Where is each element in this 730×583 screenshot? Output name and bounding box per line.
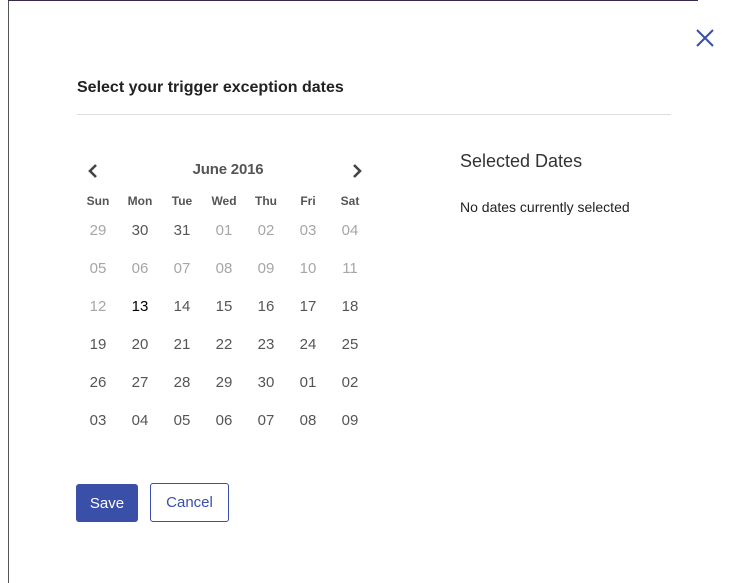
calendar-day[interactable]: 25 <box>329 326 371 364</box>
calendar-day[interactable]: 07 <box>245 402 287 440</box>
calendar-day[interactable]: 23 <box>245 326 287 364</box>
calendar-day[interactable]: 22 <box>203 326 245 364</box>
calendar-day[interactable]: 28 <box>161 364 203 402</box>
weekday-header: Sat <box>340 194 360 208</box>
calendar-day[interactable]: 29 <box>203 364 245 402</box>
calendar-day[interactable]: 13 <box>119 288 161 326</box>
calendar-day[interactable]: 02 <box>329 364 371 402</box>
calendar-day[interactable]: 06 <box>203 402 245 440</box>
calendar-day[interactable]: 08 <box>287 402 329 440</box>
calendar-day[interactable]: 01 <box>287 364 329 402</box>
window-frame-top <box>8 0 698 1</box>
selected-dates-title: Selected Dates <box>460 151 583 171</box>
dialog-title: Select your trigger exception dates <box>77 79 344 96</box>
calendar-day[interactable]: 09 <box>329 402 371 440</box>
calendar-day[interactable]: 30 <box>245 364 287 402</box>
calendar-day[interactable]: 27 <box>119 364 161 402</box>
calendar-day[interactable]: 04 <box>329 212 371 250</box>
calendar-day[interactable]: 20 <box>119 326 161 364</box>
weekday-header: Wed <box>211 194 237 208</box>
calendar-day[interactable]: 05 <box>77 250 119 288</box>
cancel-button[interactable]: Cancel <box>150 483 229 522</box>
calendar-day[interactable]: 04 <box>119 402 161 440</box>
calendar-day[interactable]: 05 <box>161 402 203 440</box>
calendar-day[interactable]: 06 <box>119 250 161 288</box>
calendar-day[interactable]: 16 <box>245 288 287 326</box>
chevron-right-icon[interactable] <box>346 161 366 181</box>
calendar-day[interactable]: 03 <box>77 402 119 440</box>
calendar-grid: Sun Mon Tue Wed Thu Fri Sat 29 30 31 01 02 03 04 05 06 0… <box>77 190 371 440</box>
calendar-day[interactable]: 29 <box>77 212 119 250</box>
calendar-day[interactable]: 26 <box>77 364 119 402</box>
calendar-day[interactable]: 18 <box>329 288 371 326</box>
calendar-day[interactable]: 08 <box>203 250 245 288</box>
calendar-day[interactable]: 17 <box>287 288 329 326</box>
calendar-day[interactable]: 19 <box>77 326 119 364</box>
weekday-header: Thu <box>255 194 277 208</box>
weekday-header: Tue <box>171 194 193 208</box>
calendar-day[interactable]: 11 <box>329 250 371 288</box>
calendar-day[interactable]: 12 <box>77 288 119 326</box>
calendar-day[interactable]: 09 <box>245 250 287 288</box>
calendar-day[interactable]: 24 <box>287 326 329 364</box>
window-frame-left <box>8 0 9 583</box>
chevron-left-icon[interactable] <box>84 161 104 181</box>
calendar-day[interactable]: 07 <box>161 250 203 288</box>
calendar-day[interactable]: 10 <box>287 250 329 288</box>
calendar-day[interactable]: 01 <box>203 212 245 250</box>
calendar-day[interactable]: 15 <box>203 288 245 326</box>
calendar-day[interactable]: 14 <box>161 288 203 326</box>
title-divider <box>77 114 671 115</box>
selected-dates-empty-text: No dates currently selected <box>460 199 630 215</box>
calendar-day[interactable]: 02 <box>245 212 287 250</box>
calendar-day[interactable]: 21 <box>161 326 203 364</box>
save-button[interactable]: Save <box>76 484 138 522</box>
close-icon[interactable] <box>693 26 717 50</box>
calendar-day[interactable]: 03 <box>287 212 329 250</box>
calendar-day[interactable]: 31 <box>161 212 203 250</box>
calendar-day[interactable]: 30 <box>119 212 161 250</box>
weekday-header: Fri <box>300 194 316 208</box>
weekday-header: Mon <box>127 194 153 208</box>
month-label: June 2016 <box>192 161 264 178</box>
weekday-header: Sun <box>86 194 110 208</box>
